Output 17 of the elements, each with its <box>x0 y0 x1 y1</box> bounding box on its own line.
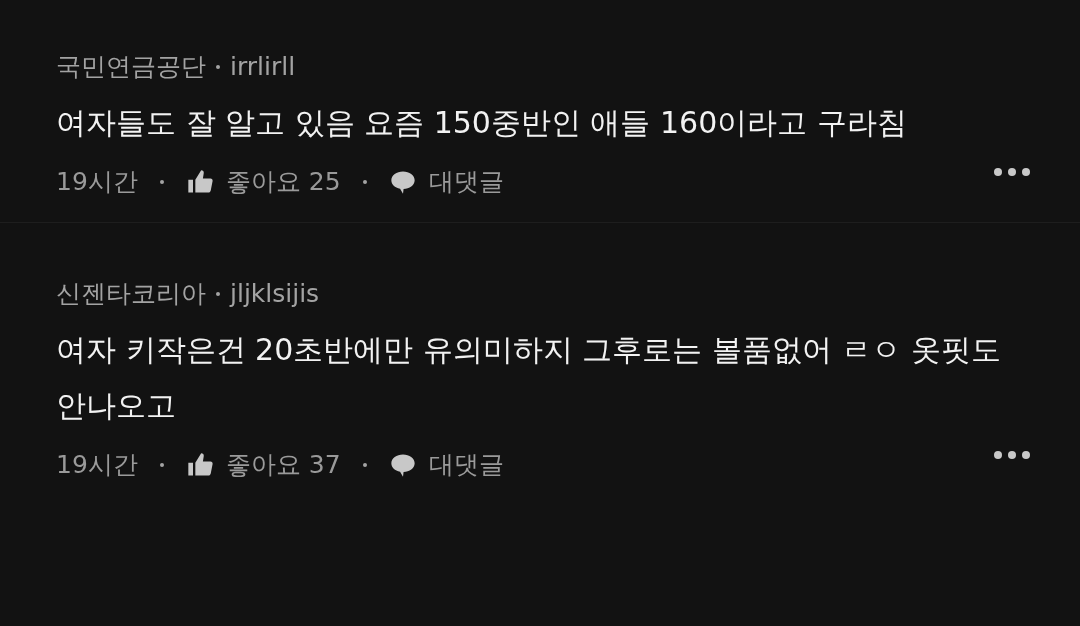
comment-text: 여자 키작은건 20초반에만 유의미하지 그후로는 볼품없어 ㄹㅇ 옷핏도 안나오고 <box>56 331 1002 425</box>
comment-text: 여자들도 잘 알고 있음 요즘 150중반인 애들 160이라고 구라침 <box>56 104 908 142</box>
reply-link[interactable]: 대댓글 <box>428 448 504 481</box>
author-name[interactable]: 신젠타코리아 <box>56 277 206 310</box>
like-count[interactable]: 좋아요 25 <box>225 165 341 198</box>
timestamp: 19시간 <box>56 166 138 198</box>
reply-link[interactable]: 대댓글 <box>428 165 504 198</box>
separator-dot-icon <box>216 64 220 69</box>
like-count[interactable]: 좋아요 37 <box>225 448 341 481</box>
separator-dot-icon <box>362 179 367 184</box>
timestamp: 19시간 <box>56 449 138 481</box>
thumbs-up-icon[interactable] <box>185 167 214 196</box>
user-id: irrlirll <box>230 52 296 81</box>
more-options-icon[interactable] <box>994 168 1030 176</box>
author-name[interactable]: 국민연금공단 <box>56 50 206 83</box>
separator-dot-icon <box>159 179 164 184</box>
user-id: jljklsijis <box>230 279 320 308</box>
